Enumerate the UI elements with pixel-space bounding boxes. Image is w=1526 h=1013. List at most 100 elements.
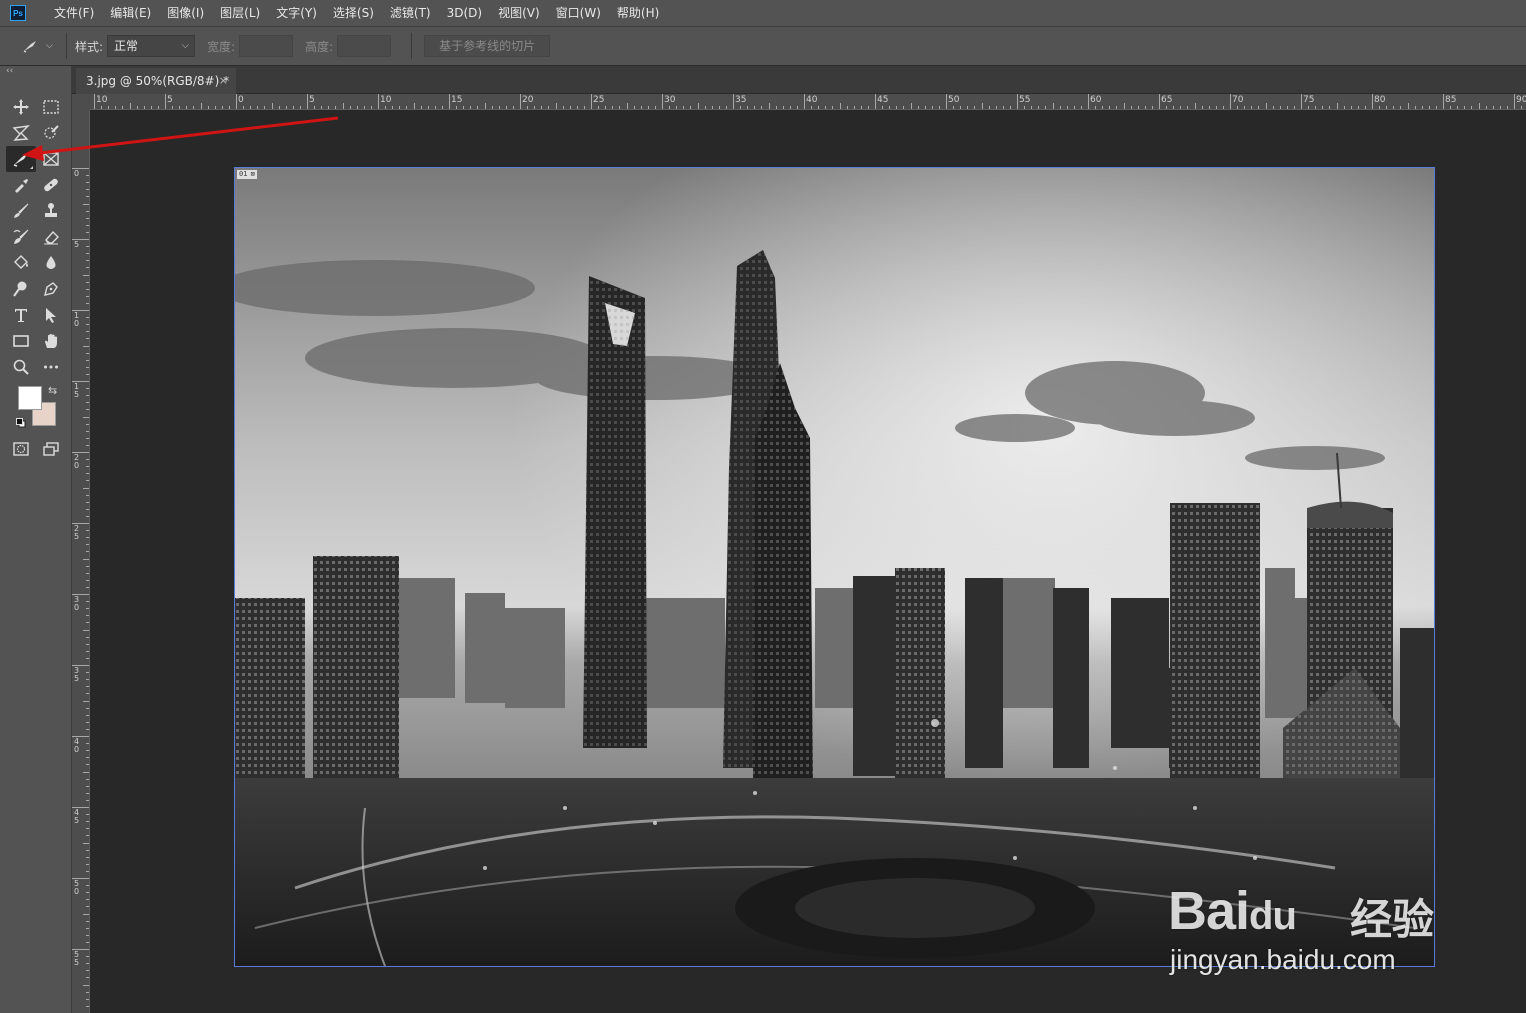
ruler-minor-tick bbox=[86, 565, 89, 567]
menu-edit[interactable]: 编辑(E) bbox=[102, 0, 159, 26]
tool-preset-picker[interactable]: ⌵ bbox=[22, 38, 58, 54]
ruler-minor-tick bbox=[285, 106, 287, 109]
ruler-minor-tick bbox=[1031, 106, 1033, 109]
frame-tool[interactable] bbox=[36, 146, 66, 172]
menu-window[interactable]: 窗口(W) bbox=[548, 0, 609, 26]
ruler-minor-tick bbox=[647, 106, 649, 109]
brush-tool[interactable] bbox=[6, 198, 36, 224]
style-select[interactable]: 正常 ⌵ bbox=[107, 35, 196, 57]
photoshop-logo-icon[interactable]: Ps bbox=[10, 5, 26, 21]
slice-tool[interactable] bbox=[6, 146, 36, 172]
eyedropper-tool[interactable] bbox=[6, 172, 36, 198]
paint-bucket-icon bbox=[14, 255, 28, 269]
healing-brush-tool[interactable] bbox=[36, 172, 66, 198]
image-slice-icon: ⊠ bbox=[250, 170, 255, 178]
menu-layer[interactable]: 图层(L) bbox=[212, 0, 268, 26]
document-tab[interactable]: 3.jpg @ 50%(RGB/8#) * × bbox=[76, 68, 236, 94]
menu-file[interactable]: 文件(F) bbox=[46, 0, 102, 26]
path-selection-tool[interactable] bbox=[36, 302, 66, 328]
ruler-label: 45 bbox=[877, 95, 889, 105]
type-tool[interactable] bbox=[6, 302, 36, 328]
hand-tool[interactable] bbox=[36, 328, 66, 354]
ruler-origin[interactable] bbox=[72, 94, 90, 110]
ruler-minor-tick bbox=[86, 657, 89, 659]
blur-drop-icon bbox=[46, 256, 56, 269]
eraser-tool[interactable] bbox=[36, 224, 66, 250]
pen-tool[interactable] bbox=[36, 276, 66, 302]
ruler-minor-tick bbox=[1137, 106, 1139, 109]
horizontal-ruler[interactable]: 105051015202530354045505560657075808590 bbox=[90, 94, 1526, 110]
quick-mask-button[interactable] bbox=[6, 436, 36, 462]
ruler-minor-tick bbox=[1109, 106, 1111, 109]
ruler-minor-tick bbox=[86, 920, 89, 922]
ruler-label: 60 bbox=[1090, 95, 1102, 105]
close-icon[interactable]: × bbox=[219, 68, 228, 94]
ruler-minor-tick bbox=[619, 106, 621, 109]
ruler-minor-tick bbox=[605, 106, 607, 109]
ruler-minor-tick bbox=[299, 106, 301, 109]
ruler-minor-tick bbox=[924, 106, 926, 109]
slice-number: 01 bbox=[239, 170, 248, 178]
ruler-label: 0 bbox=[238, 95, 244, 105]
menu-image[interactable]: 图像(I) bbox=[159, 0, 212, 26]
lasso-tool[interactable] bbox=[6, 120, 36, 146]
more-tools-button[interactable] bbox=[36, 354, 66, 380]
quick-selection-tool[interactable] bbox=[36, 120, 66, 146]
ruler-minor-tick bbox=[86, 821, 89, 823]
ruler-minor-tick bbox=[83, 203, 89, 205]
ruler-minor-tick bbox=[243, 106, 245, 109]
rect-marquee-tool[interactable] bbox=[36, 94, 66, 120]
ruler-minor-tick bbox=[1343, 106, 1345, 109]
rectangle-tool[interactable] bbox=[6, 328, 36, 354]
vertical-ruler[interactable]: 0 5 10 15 20 25 30 35 40 45 50 55 bbox=[72, 110, 90, 1013]
slices-from-guides-button[interactable]: 基于参考线的切片 bbox=[424, 35, 551, 57]
ruler-minor-tick bbox=[811, 106, 813, 109]
ruler-minor-tick bbox=[83, 274, 89, 276]
ruler-minor-tick bbox=[654, 106, 656, 109]
paint-bucket-tool[interactable] bbox=[6, 250, 36, 276]
foreground-color-swatch[interactable] bbox=[18, 386, 42, 410]
screen-mode-button[interactable] bbox=[36, 436, 66, 462]
clone-stamp-tool[interactable] bbox=[36, 198, 66, 224]
menu-help[interactable]: 帮助(H) bbox=[609, 0, 667, 26]
document-image[interactable]: 01 ⊠ bbox=[234, 167, 1435, 967]
ruler-minor-tick bbox=[1421, 106, 1423, 109]
ruler-minor-tick bbox=[1485, 106, 1487, 109]
ruler-minor-tick bbox=[86, 459, 89, 461]
ruler-minor-tick bbox=[1258, 106, 1260, 109]
menu-select[interactable]: 选择(S) bbox=[325, 0, 382, 26]
zoom-tool[interactable] bbox=[6, 354, 36, 380]
swap-colors-icon[interactable]: ⇆ bbox=[48, 384, 57, 397]
tool-grid bbox=[6, 94, 66, 380]
ruler-label: 10 bbox=[380, 95, 392, 105]
dodge-tool[interactable] bbox=[6, 276, 36, 302]
ruler-minor-tick bbox=[1251, 106, 1253, 109]
ruler-minor-tick bbox=[86, 927, 89, 929]
blur-tool[interactable] bbox=[36, 250, 66, 276]
collapse-panel-icon[interactable]: ‹‹ bbox=[6, 66, 13, 76]
ruler-minor-tick bbox=[903, 106, 905, 109]
ruler-minor-tick bbox=[1506, 106, 1508, 109]
ruler-minor-tick bbox=[221, 106, 223, 109]
menu-3d[interactable]: 3D(D) bbox=[439, 0, 490, 26]
ruler-minor-tick bbox=[86, 679, 89, 681]
default-colors-icon[interactable] bbox=[16, 418, 26, 428]
ruler-minor-tick bbox=[86, 799, 89, 801]
ruler-minor-tick bbox=[83, 913, 89, 915]
ruler-minor-tick bbox=[86, 302, 89, 304]
ruler-minor-tick bbox=[960, 106, 962, 109]
history-brush-tool[interactable] bbox=[6, 224, 36, 250]
move-tool[interactable] bbox=[6, 94, 36, 120]
ruler-minor-tick bbox=[782, 106, 784, 109]
menu-type[interactable]: 文字(Y) bbox=[268, 0, 325, 26]
height-input[interactable] bbox=[337, 35, 392, 57]
ruler-minor-tick bbox=[122, 106, 124, 109]
ruler-minor-tick bbox=[86, 324, 89, 326]
ruler-minor-tick bbox=[86, 395, 89, 397]
watermark-url: jingyan.baidu.com bbox=[1170, 944, 1396, 975]
ruler-minor-tick bbox=[86, 281, 89, 283]
menu-filter[interactable]: 滤镜(T) bbox=[382, 0, 439, 26]
width-input[interactable] bbox=[239, 35, 294, 57]
menu-view[interactable]: 视图(V) bbox=[490, 0, 548, 26]
ruler-minor-tick bbox=[228, 106, 230, 109]
